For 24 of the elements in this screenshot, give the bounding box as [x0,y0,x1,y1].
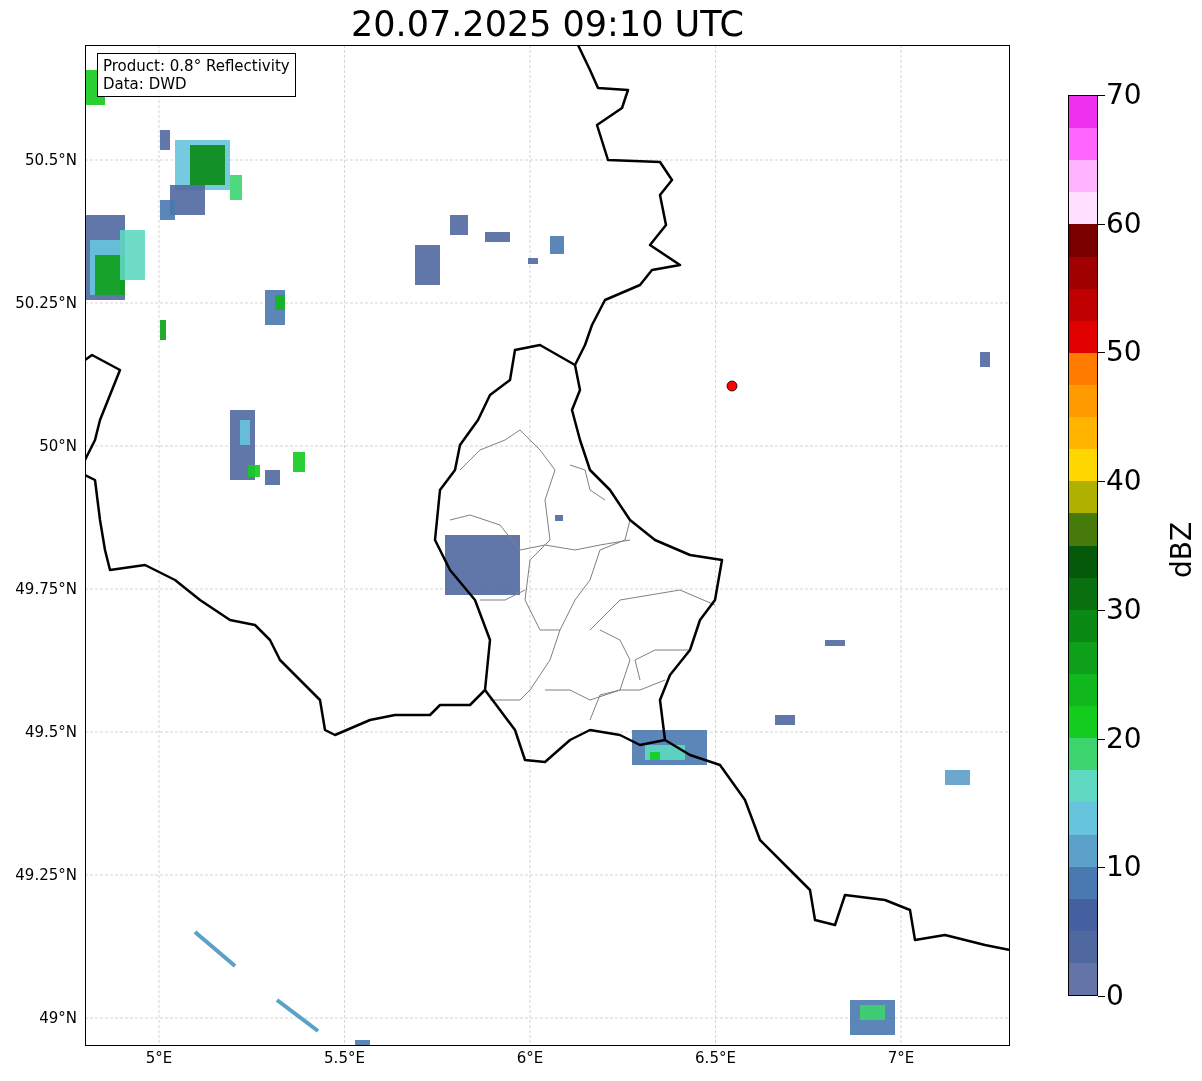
latitude-label: 49.75°N [15,580,77,598]
longitude-label: 5.5°E [324,1049,365,1067]
legend-text: Product: 0.8° Reflectivity [103,57,290,75]
latitude-label: 50.25°N [15,294,77,312]
colorbar-tick-label: 10 [1106,852,1142,883]
figure-title: 20.07.2025 09:10 UTC [350,4,745,44]
colorbar-tick-label: 70 [1106,80,1142,110]
colorbar-tick-label: 60 [1106,208,1142,239]
colorbar-label: dBZ [1167,521,1197,578]
latitude-label: 50°N [39,437,77,455]
latitude-label: 49.25°N [15,866,77,884]
colorbar-tick-label: 0 [1106,980,1124,1011]
colorbar-tick-label: 30 [1106,594,1142,625]
longitude-label: 5°E [145,1049,173,1067]
latitude-label: 49°N [39,1009,77,1027]
legend-text: Data: DWD [103,75,188,93]
colorbar-tick-label: 50 [1106,337,1142,368]
latitude-label: 49.5°N [24,723,77,741]
longitude-label: 7°E [887,1049,915,1067]
longitude-label: 6°E [516,1049,544,1067]
colorbar-tick-label: 40 [1106,466,1142,497]
longitude-label: 6.5°E [695,1049,736,1067]
latitude-label: 50.5°N [24,151,77,169]
colorbar-tick-label: 20 [1106,723,1142,754]
